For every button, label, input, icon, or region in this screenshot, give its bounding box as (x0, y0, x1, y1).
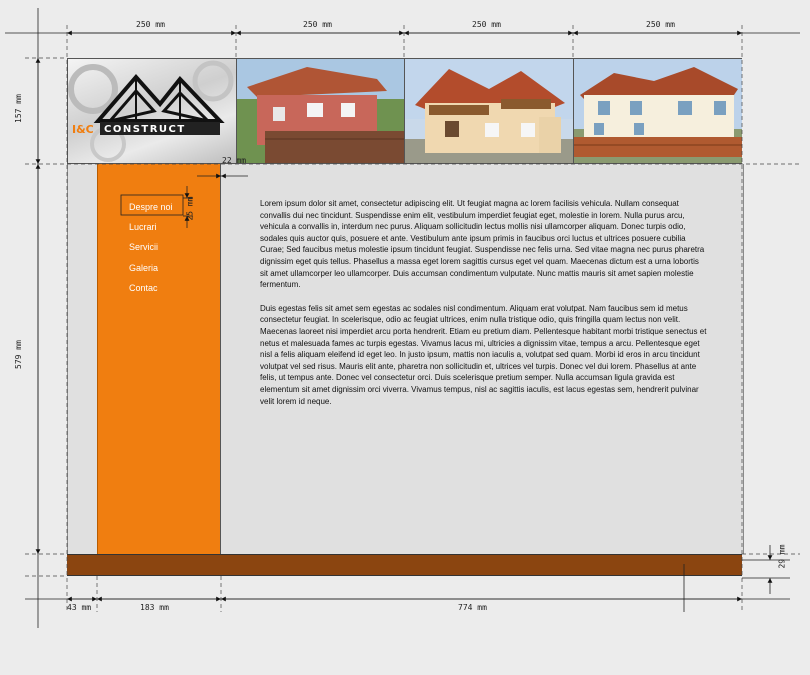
dim-content-width: 774 mm (458, 603, 487, 612)
dim-content-height: 579 mm (13, 340, 23, 369)
dim-banner-width-1: 250 mm (136, 20, 165, 29)
dimension-lines (5, 8, 800, 628)
dim-banner-width-3: 250 mm (472, 20, 501, 29)
dim-banner-width-4: 250 mm (646, 20, 675, 29)
dim-footer-height: 29 mm (777, 544, 787, 569)
dim-gap: 22 mm (222, 156, 247, 165)
dim-sidebar-width: 183 mm (140, 603, 169, 612)
dim-banner-height: 157 mm (13, 94, 23, 123)
dim-banner-width-2: 250 mm (303, 20, 332, 29)
dim-left-margin: 43 mm (67, 603, 92, 612)
dim-nav-item-height: 25 mm (185, 196, 195, 221)
